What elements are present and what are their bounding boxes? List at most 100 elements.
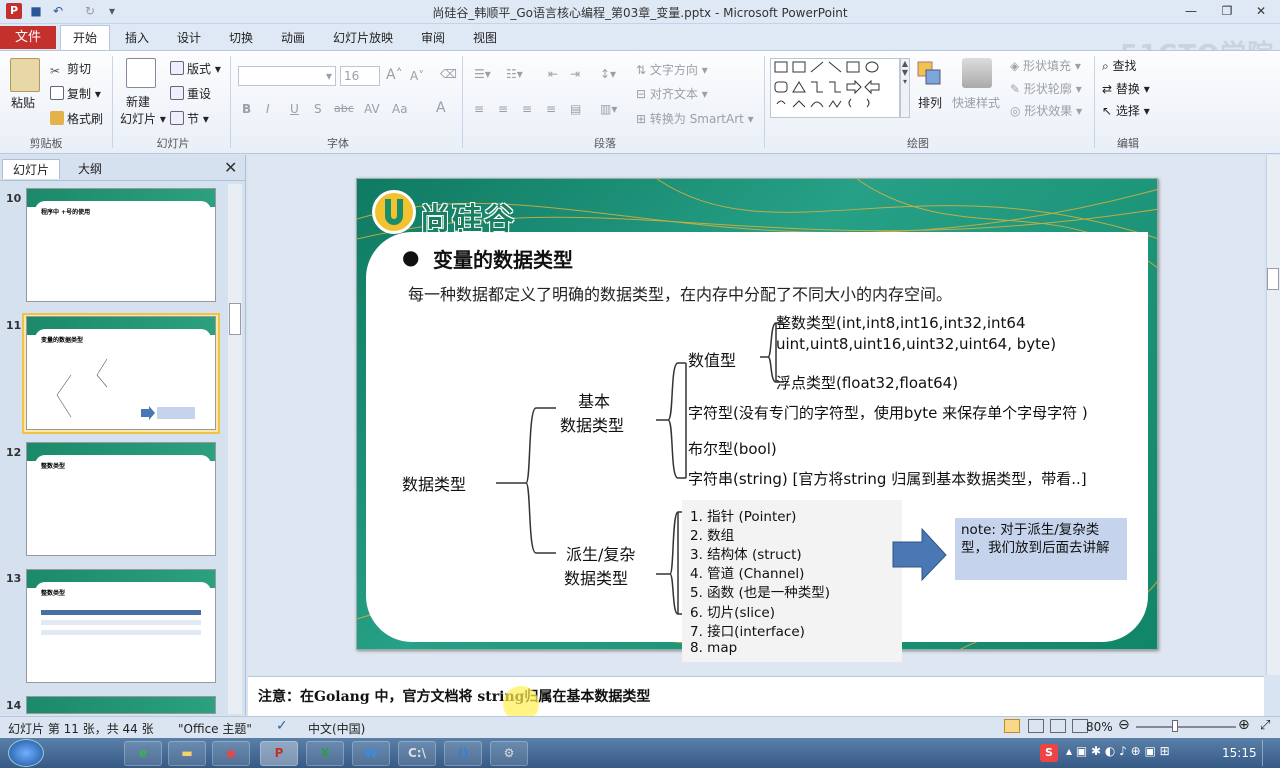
spellcheck-icon[interactable]: ✓ <box>276 718 288 734</box>
slide-thumbnail[interactable]: 整数类型 <box>26 569 216 683</box>
editor-scrollbar[interactable] <box>1266 155 1280 675</box>
bullets-icon[interactable]: ☰▾ <box>474 67 491 81</box>
vscode-icon[interactable]: ⟨⟩ <box>444 741 482 766</box>
tab-slides-panel[interactable]: 幻灯片 <box>2 159 60 179</box>
new-slide-label[interactable]: 新建 <box>126 93 150 110</box>
clear-format-icon[interactable]: ⌫ <box>440 67 457 81</box>
change-case-icon[interactable]: Aa <box>392 102 408 116</box>
gallery-scroll[interactable]: ▲ ▼ ▾ <box>900 58 910 118</box>
tab-insert[interactable]: 插入 <box>116 25 158 51</box>
reset-button[interactable]: 重设 <box>170 85 211 102</box>
arrange-label[interactable]: 排列 <box>918 94 942 111</box>
shadow-button[interactable]: S <box>314 102 322 116</box>
slide-thumbnail[interactable]: 整数类型 <box>26 442 216 556</box>
excel-icon[interactable]: X <box>306 741 344 766</box>
normal-view-icon[interactable] <box>1004 719 1020 733</box>
ie-icon[interactable]: e <box>124 741 162 766</box>
tab-animations[interactable]: 动画 <box>272 25 314 51</box>
tab-outline-panel[interactable]: 大纲 <box>62 159 118 179</box>
paste-icon[interactable] <box>10 58 40 92</box>
section-button[interactable]: 节 ▾ <box>170 110 209 127</box>
tab-home[interactable]: 开始 <box>60 25 110 51</box>
tab-transitions[interactable]: 切换 <box>220 25 262 51</box>
zoom-slider-thumb[interactable] <box>1172 720 1178 732</box>
bold-button[interactable]: B <box>242 102 251 116</box>
shapes-gallery[interactable] <box>770 58 900 118</box>
quick-styles-label[interactable]: 快速样式 <box>952 94 1000 111</box>
justify-icon[interactable]: ≡ <box>546 102 556 116</box>
show-desktop-button[interactable] <box>1262 740 1278 766</box>
shape-fill-button[interactable]: ◈ 形状填充 ▾ <box>1010 57 1081 74</box>
copy-button[interactable]: 复制 ▾ <box>50 85 101 102</box>
tool-icon[interactable]: ⚙ <box>490 741 528 766</box>
tab-review[interactable]: 审阅 <box>412 25 454 51</box>
tray-icons[interactable]: ▴ ▣ ✱ ◐ ♪ ⊕ ▣ ⊞ <box>1066 744 1170 758</box>
scrollbar-thumb[interactable] <box>229 303 241 335</box>
columns-icon[interactable]: ▥▾ <box>600 102 617 116</box>
select-button[interactable]: ↖ 选择 ▾ <box>1102 102 1150 119</box>
zoom-slider[interactable] <box>1136 726 1236 728</box>
note-box[interactable]: note: 对于派生/复杂类型，我们放到后面去讲解 <box>955 518 1127 580</box>
tab-slideshow[interactable]: 幻灯片放映 <box>326 25 400 51</box>
thumbnail-scrollbar[interactable] <box>228 184 242 714</box>
tab-file[interactable]: 文件 <box>0 26 56 49</box>
font-color-icon[interactable]: A <box>436 100 446 116</box>
align-text-button[interactable]: ⊟ 对齐文本 ▾ <box>636 85 708 102</box>
language-status[interactable]: 中文(中国) <box>308 720 365 737</box>
chrome-icon[interactable]: ◉ <box>212 741 250 766</box>
replace-button[interactable]: ⇄ 替换 ▾ <box>1102 80 1150 97</box>
shape-effects-button[interactable]: ◎ 形状效果 ▾ <box>1010 102 1082 119</box>
quick-styles-icon[interactable] <box>962 58 992 88</box>
folder-icon[interactable]: ▬ <box>168 741 206 766</box>
powerpoint-taskbar-icon[interactable]: P <box>260 741 298 766</box>
char-spacing-icon[interactable]: AV <box>364 102 380 116</box>
slide-thumbnail[interactable]: 变量的数据类型 <box>26 316 216 430</box>
increase-indent-icon[interactable]: ⇥ <box>570 67 580 81</box>
zoom-out-icon[interactable]: ⊖ <box>1118 717 1130 733</box>
arrange-icon[interactable] <box>916 60 944 88</box>
strikethrough-button[interactable]: abc <box>334 102 354 115</box>
smartart-button[interactable]: ⊞ 转换为 SmartArt ▾ <box>636 110 754 127</box>
format-painter-button[interactable]: 格式刷 <box>50 110 103 127</box>
decrease-indent-icon[interactable]: ⇤ <box>548 67 558 81</box>
shape-outline-button[interactable]: ✎ 形状轮廓 ▾ <box>1010 80 1082 97</box>
paste-button[interactable]: 粘贴 <box>11 94 35 111</box>
underline-button[interactable]: U <box>290 102 299 116</box>
clock[interactable]: 15:15 <box>1222 746 1257 760</box>
find-button[interactable]: ⌕ 查找 <box>1102 57 1137 74</box>
input-method-icon[interactable]: S <box>1040 744 1058 762</box>
start-button-icon[interactable] <box>8 739 44 767</box>
right-arrow-shape[interactable] <box>892 528 948 582</box>
shrink-font-icon[interactable]: A˅ <box>410 69 424 83</box>
font-name-select[interactable] <box>238 66 336 86</box>
tab-design[interactable]: 设计 <box>168 25 210 51</box>
align-center-icon[interactable]: ≡ <box>498 102 508 116</box>
restore-button[interactable]: ❐ <box>1214 2 1240 20</box>
line-spacing-icon[interactable]: ↕▾ <box>600 67 616 81</box>
numbering-icon[interactable]: ☷▾ <box>506 67 523 81</box>
italic-button[interactable]: I <box>266 102 270 116</box>
tab-view[interactable]: 视图 <box>464 25 506 51</box>
slide-thumbnail[interactable]: 程序中 +号的使用 <box>26 188 216 302</box>
slide-thumbnail[interactable] <box>26 696 216 714</box>
zoom-level[interactable]: 80% <box>1086 720 1113 734</box>
align-left-icon[interactable]: ≡ <box>474 102 484 116</box>
text-direction-button[interactable]: ⇅ 文字方向 ▾ <box>636 61 708 78</box>
new-slide-label-2[interactable]: 幻灯片 ▾ <box>120 110 166 127</box>
theme-status[interactable]: "Office 主题" <box>178 720 252 737</box>
minimize-button[interactable]: — <box>1178 2 1204 20</box>
fit-window-icon[interactable]: ⤢ <box>1260 718 1270 733</box>
align-right-icon[interactable]: ≡ <box>522 102 532 116</box>
layout-button[interactable]: 版式 ▾ <box>170 60 221 77</box>
distribute-icon[interactable]: ▤ <box>570 102 581 116</box>
new-slide-icon[interactable] <box>126 58 156 88</box>
whiteboard-icon[interactable]: W <box>352 741 390 766</box>
zoom-in-icon[interactable]: ⊕ <box>1238 717 1250 733</box>
slide-sorter-icon[interactable] <box>1028 719 1044 733</box>
terminal-icon[interactable]: C:\ <box>398 741 436 766</box>
close-panel-icon[interactable]: ✕ <box>224 160 237 176</box>
grow-font-icon[interactable]: A˄ <box>386 67 403 83</box>
reading-view-icon[interactable] <box>1050 719 1066 733</box>
cut-button[interactable]: ✂ 剪切 <box>50 60 91 78</box>
close-button[interactable]: ✕ <box>1248 2 1274 20</box>
